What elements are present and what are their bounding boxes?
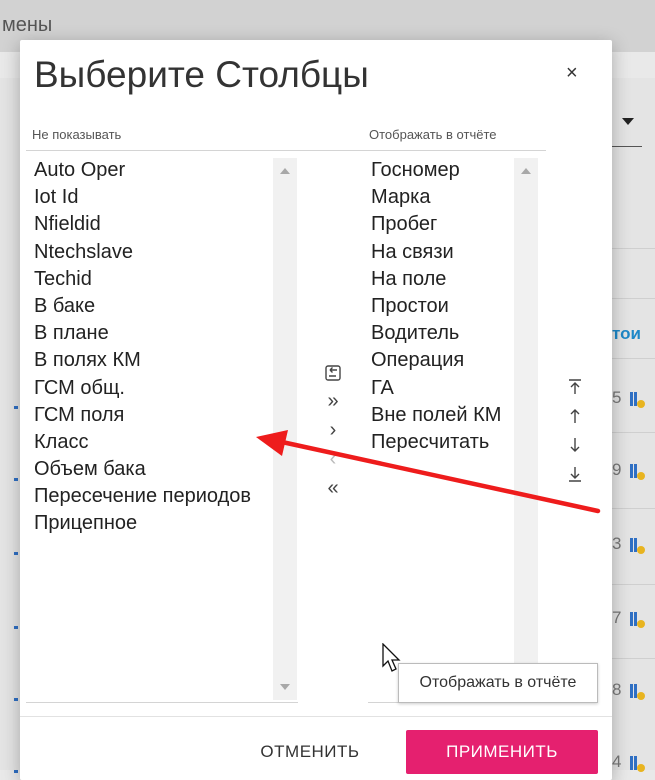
report-status-icon[interactable]: [630, 756, 646, 774]
list-item[interactable]: Объем бака: [34, 456, 282, 483]
report-status-icon[interactable]: [630, 464, 646, 482]
list-item[interactable]: В плане: [34, 320, 282, 347]
move-left-icon[interactable]: ‹: [320, 447, 346, 471]
list-item[interactable]: Простои: [371, 293, 511, 320]
list-item[interactable]: Марка: [371, 184, 511, 211]
row-divider: [612, 432, 655, 433]
row-number: 4: [612, 752, 622, 771]
hidden-list-bottom-line: [26, 702, 298, 703]
list-item[interactable]: Iot Id: [34, 184, 282, 211]
row-number: 7: [612, 608, 622, 627]
list-item[interactable]: Nfieldid: [34, 211, 282, 238]
shown-columns-label: Отображать в отчёте: [369, 127, 497, 142]
scroll-up-icon[interactable]: [521, 168, 531, 174]
report-status-icon[interactable]: [630, 392, 646, 410]
list-item[interactable]: Techid: [34, 266, 282, 293]
dropdown-caret-icon[interactable]: [622, 118, 634, 125]
report-status-icon[interactable]: [630, 612, 646, 630]
row-marker: [14, 626, 18, 629]
row-marker: [14, 478, 18, 481]
row-number: 3: [612, 534, 622, 553]
scroll-up-icon[interactable]: [280, 168, 290, 174]
list-item[interactable]: Класс: [34, 429, 282, 456]
report-status-icon[interactable]: [630, 538, 646, 556]
row-divider: [612, 658, 655, 659]
header-divider: [26, 150, 546, 151]
report-status-icon[interactable]: [630, 684, 646, 702]
list-item[interactable]: В баке: [34, 293, 282, 320]
hidden-list-scrollbar[interactable]: [273, 158, 297, 700]
shown-columns-list[interactable]: Госномер Марка Пробег На связи На поле Просто…: [371, 157, 511, 456]
row-number: 9: [612, 460, 622, 479]
row-divider: [612, 248, 655, 249]
list-item[interactable]: ГСМ общ.: [34, 375, 282, 402]
cancel-button[interactable]: ОТМЕНИТЬ: [242, 730, 378, 774]
move-top-icon[interactable]: [562, 375, 588, 399]
apply-button[interactable]: ПРИМЕНИТЬ: [406, 730, 598, 774]
move-all-left-icon[interactable]: «: [320, 476, 346, 500]
shown-list-scrollbar[interactable]: [514, 158, 538, 700]
scroll-down-icon[interactable]: [280, 684, 290, 690]
row-marker: [14, 406, 18, 409]
list-item[interactable]: ГА: [371, 375, 511, 402]
list-item[interactable]: Госномер: [371, 157, 511, 184]
row-marker: [14, 698, 18, 701]
footer-divider: [20, 716, 612, 717]
totals-link[interactable]: тои: [612, 324, 641, 344]
row-divider: [612, 584, 655, 585]
list-item[interactable]: ГСМ поля: [34, 402, 282, 429]
row-marker: [14, 552, 18, 555]
move-right-icon[interactable]: ›: [320, 418, 346, 442]
list-item[interactable]: Пробег: [371, 211, 511, 238]
tooltip: Отображать в отчёте: [398, 663, 598, 703]
move-bottom-icon[interactable]: [562, 462, 588, 486]
dropdown-underline: [612, 146, 642, 147]
hidden-columns-list[interactable]: Auto Oper Iot Id Nfieldid Ntechslave Techid В…: [34, 157, 282, 538]
list-item[interactable]: Операция: [371, 347, 511, 374]
list-item[interactable]: Водитель: [371, 320, 511, 347]
list-item[interactable]: Прицепное: [34, 510, 282, 537]
list-item[interactable]: В полях КМ: [34, 347, 282, 374]
close-icon[interactable]: ×: [566, 62, 578, 85]
list-item[interactable]: Пересечение периодов: [34, 483, 282, 510]
row-divider: [612, 298, 655, 299]
row-marker: [14, 770, 18, 773]
list-item[interactable]: Пересчитать: [371, 429, 511, 456]
dialog-title: Выберите Столбцы: [34, 54, 369, 95]
list-item[interactable]: Auto Oper: [34, 157, 282, 184]
mouse-cursor-icon: [382, 643, 401, 672]
list-item[interactable]: Ntechslave: [34, 239, 282, 266]
move-all-right-icon[interactable]: »: [320, 389, 346, 413]
list-item[interactable]: На связи: [371, 239, 511, 266]
list-item[interactable]: Вне полей КМ: [371, 402, 511, 429]
hidden-columns-label: Не показывать: [32, 127, 122, 142]
choose-columns-dialog: Выберите Столбцы × Не показывать Отображ…: [20, 40, 612, 780]
swap-icon[interactable]: [320, 361, 346, 385]
row-number: 8: [612, 680, 622, 699]
move-down-icon[interactable]: [562, 433, 588, 457]
row-divider: [612, 508, 655, 509]
row-divider: [612, 358, 655, 359]
move-up-icon[interactable]: [562, 404, 588, 428]
row-number: 5: [612, 388, 622, 407]
list-item[interactable]: На поле: [371, 266, 511, 293]
app-menu-text[interactable]: мены: [2, 14, 52, 37]
